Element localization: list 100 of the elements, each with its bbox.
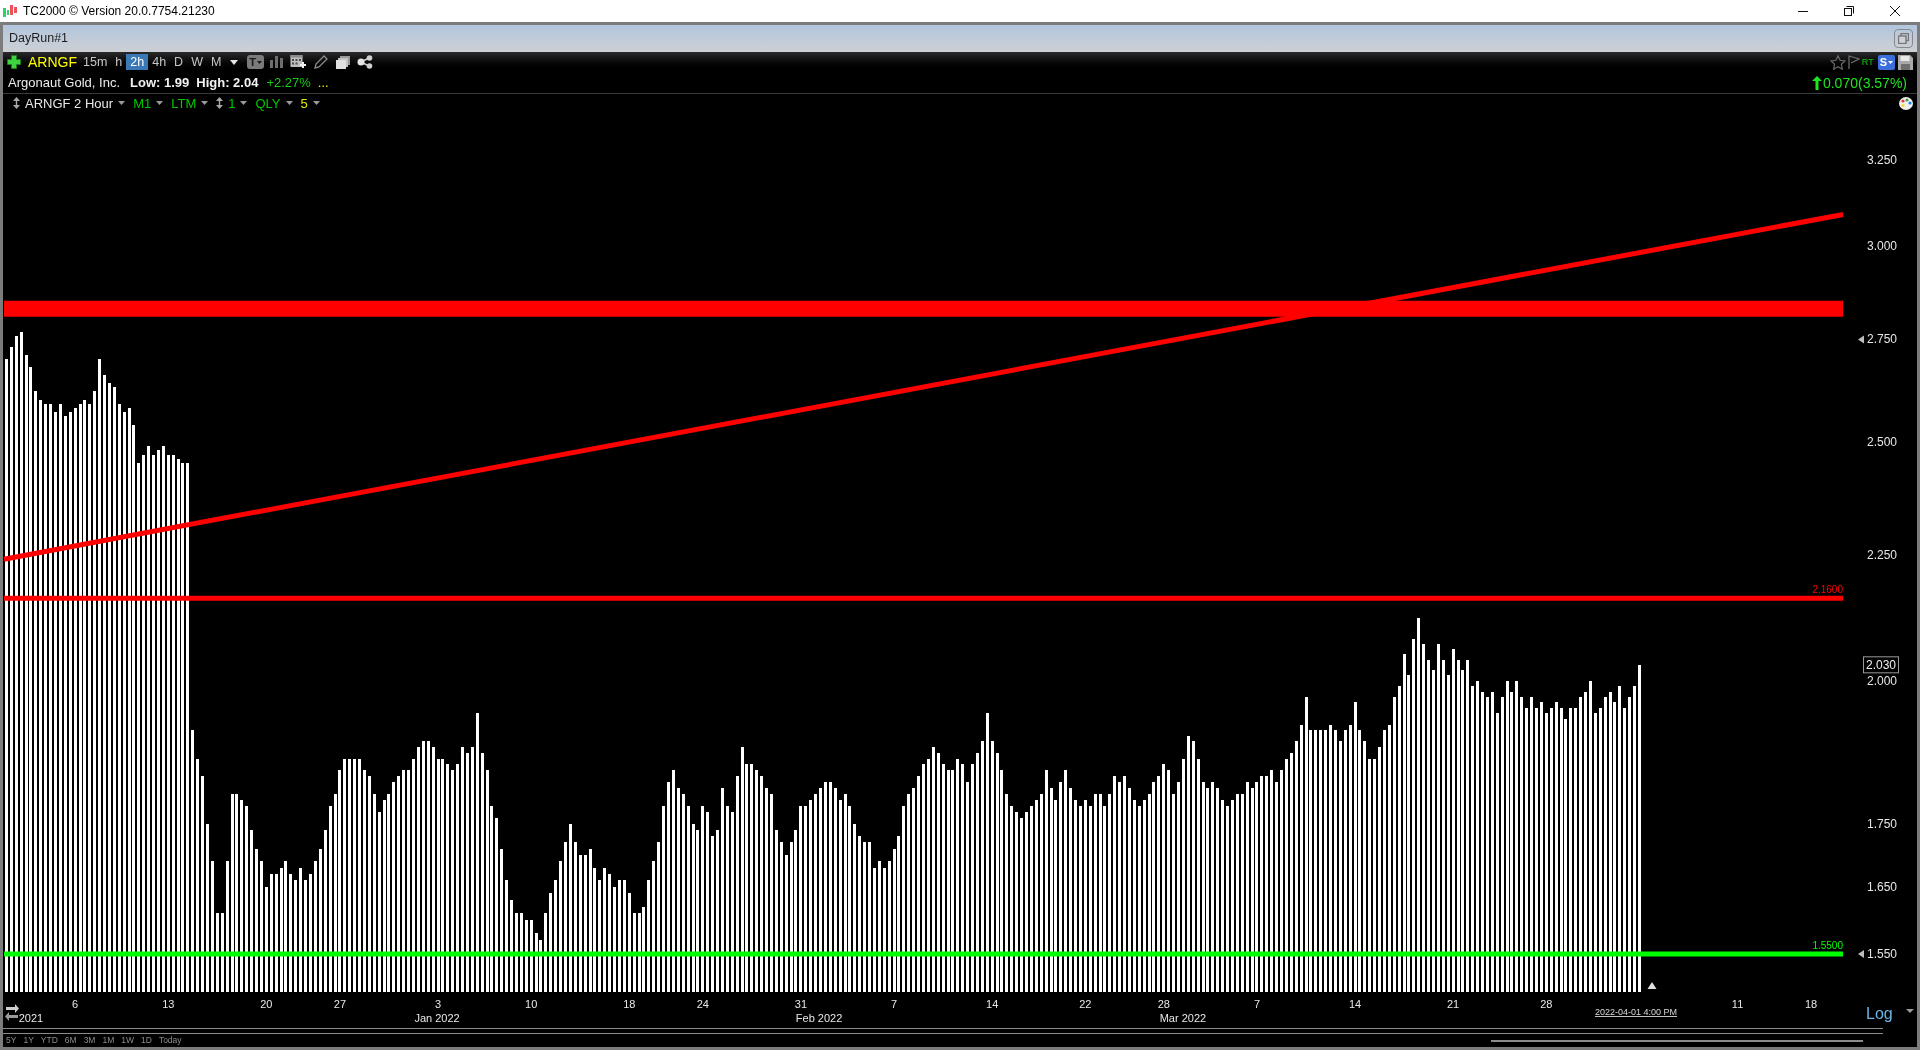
folders-icon[interactable]: [336, 55, 351, 69]
bar-chart-icon[interactable]: [270, 56, 284, 68]
rt-label: RT: [1861, 57, 1874, 67]
range-button[interactable]: 1Y: [23, 1036, 34, 1045]
price-bar: [530, 920, 533, 992]
interval-tab[interactable]: M: [206, 54, 226, 70]
interval-tab[interactable]: 4h: [148, 54, 171, 70]
low-price: Low: 1.99: [130, 76, 190, 89]
horizontal-line[interactable]: [4, 595, 1843, 601]
x-axis-label: 28: [1540, 998, 1553, 1010]
high-price: High: 2.04: [196, 76, 259, 89]
scroll-thumb[interactable]: [1491, 1039, 1863, 1042]
x-axis-label: 28: [1157, 998, 1170, 1010]
range-button[interactable]: 6M: [64, 1036, 77, 1045]
interval-tab[interactable]: 2h: [126, 54, 149, 70]
star-icon[interactable]: [1829, 54, 1846, 70]
x-axis-label: 31: [794, 998, 808, 1010]
x-axis-label: 27: [333, 998, 347, 1010]
symbol-label[interactable]: ARNGF: [28, 55, 77, 69]
caret-icon: [257, 60, 263, 64]
caret-icon: [118, 101, 126, 105]
range-button[interactable]: 3M: [83, 1036, 96, 1045]
y-axis-label: 2.250: [1866, 547, 1897, 562]
x-axis-label: 14: [986, 998, 999, 1010]
x-axis-label: 22: [1079, 998, 1092, 1010]
window-title: TC2000 © Version 20.0.7754.21230: [23, 5, 215, 17]
x-axis-label: 24: [696, 998, 709, 1010]
x-axis-label: 6: [72, 998, 79, 1010]
x-axis-label: 14: [1348, 998, 1362, 1010]
interval-tab[interactable]: h: [111, 54, 127, 70]
candlestick-logo-icon: [3, 5, 17, 17]
left-triangle-icon: [1858, 335, 1864, 344]
caret-icon: [312, 101, 320, 105]
month-label: 2021: [18, 1012, 44, 1024]
caret-icon: [156, 101, 164, 105]
swap-arrows-icon[interactable]: [5, 1004, 19, 1021]
save-icon[interactable]: [1898, 54, 1913, 70]
range-button[interactable]: YTD: [40, 1036, 58, 1045]
share-icon[interactable]: [357, 55, 374, 69]
text-tool-button[interactable]: T: [247, 55, 265, 69]
caret-icon[interactable]: [230, 59, 239, 65]
interval-tab[interactable]: 15m: [79, 54, 112, 70]
log-scale-toggle[interactable]: Log: [1866, 1005, 1893, 1022]
restore-window-button[interactable]: [1894, 29, 1913, 48]
left-triangle-icon: [1858, 950, 1864, 958]
x-axis-label: 21: [1447, 998, 1460, 1010]
y-axis-label: 3.000: [1866, 239, 1897, 254]
plus-icon[interactable]: [7, 55, 21, 69]
up-arrow-icon: [1811, 75, 1822, 90]
range-button[interactable]: 5Y: [6, 1036, 17, 1045]
y-axis-label: 1.650: [1866, 880, 1897, 894]
line-price-label: 2.1600: [1812, 584, 1843, 596]
month-label: Mar 2022: [1159, 1012, 1207, 1024]
x-axis-label: 11: [1731, 998, 1744, 1010]
chart-setting-dropdown[interactable]: 1: [228, 96, 236, 110]
x-axis-label: 7: [891, 998, 898, 1010]
caret-icon[interactable]: [1906, 1009, 1914, 1013]
caret-icon: [240, 101, 248, 105]
pencil-icon[interactable]: [314, 55, 329, 69]
month-label: Feb 2022: [795, 1012, 843, 1024]
y-axis-label: 2.750: [1866, 332, 1897, 347]
y-axis-label: 2.500: [1866, 434, 1897, 449]
y-axis-label: 3.250: [1866, 153, 1897, 168]
horizontal-line[interactable]: [4, 300, 1843, 317]
palette-icon[interactable]: [1899, 96, 1913, 110]
chart-setting-dropdown[interactable]: M1: [133, 96, 152, 110]
x-axis-label: 13: [162, 998, 175, 1010]
caret-icon: [201, 101, 209, 105]
chart-setting-dropdown[interactable]: QLY: [255, 96, 281, 110]
more-label[interactable]: ...: [317, 76, 329, 89]
caret-icon: [285, 101, 293, 105]
company-name: Argonaut Gold, Inc.: [8, 76, 120, 89]
range-button[interactable]: 1M: [102, 1036, 115, 1045]
interval-tab[interactable]: W: [187, 54, 207, 70]
calendar-plus-icon[interactable]: [290, 54, 307, 70]
chart-setting-dropdown[interactable]: ARNGF 2 Hour: [25, 96, 114, 110]
chart-setting-dropdown[interactable]: 5: [300, 96, 308, 110]
x-axis-label: 18: [1805, 998, 1818, 1010]
month-label: Jan 2022: [414, 1012, 460, 1024]
net-change: 0.070(3.57%): [1822, 75, 1907, 90]
x-axis-label: 3: [434, 998, 442, 1010]
close-icon: [1890, 6, 1900, 16]
x-axis-label: 18: [623, 998, 636, 1010]
up-triangle-icon: [1647, 982, 1657, 989]
restore-icon: [1844, 6, 1854, 16]
flag-icon[interactable]: [1847, 55, 1860, 69]
range-button[interactable]: Today: [158, 1036, 182, 1045]
up-down-arrows-icon[interactable]: [216, 97, 224, 109]
up-down-arrows-icon[interactable]: [13, 97, 20, 109]
range-button[interactable]: 1D: [141, 1036, 152, 1045]
chart-setting-dropdown[interactable]: LTM: [171, 96, 197, 110]
interval-tab[interactable]: D: [170, 54, 188, 70]
x-axis-label: 10: [525, 998, 538, 1010]
y-axis-label: 1.550: [1866, 947, 1897, 961]
percent-change: +2.27%: [266, 76, 311, 89]
y-axis-label: 2.000: [1866, 673, 1897, 688]
range-button[interactable]: 1W: [121, 1036, 134, 1045]
s-button[interactable]: S: [1877, 54, 1895, 70]
layout-title: DayRun#1: [9, 32, 69, 45]
x-axis-label: 20: [260, 998, 273, 1010]
